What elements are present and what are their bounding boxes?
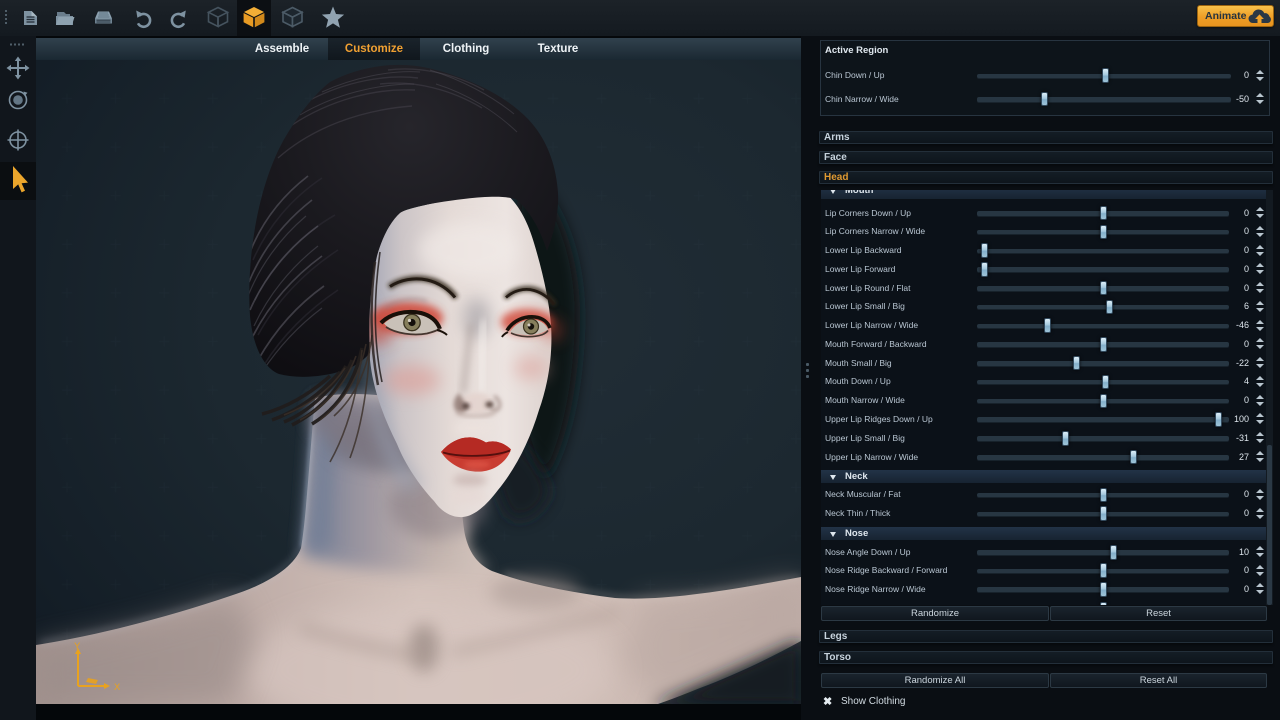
svg-text:Y: Y [74,641,81,652]
svg-text:X: X [114,682,121,693]
